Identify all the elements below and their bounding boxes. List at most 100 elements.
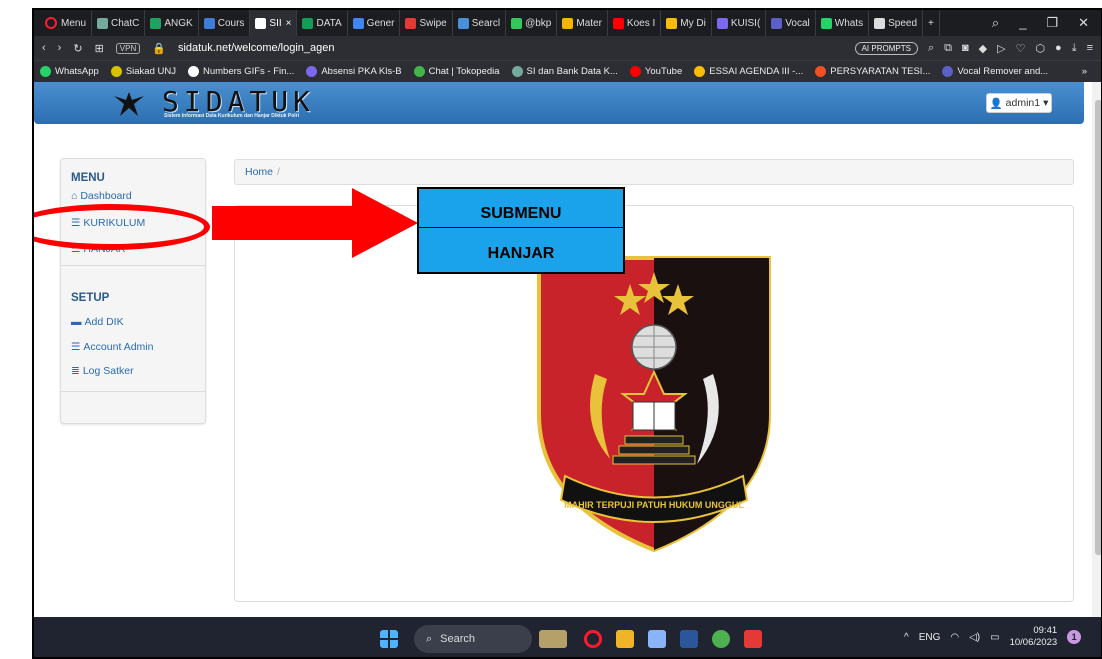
tab-favicon-icon bbox=[511, 17, 523, 29]
new-tab-button[interactable]: + bbox=[923, 10, 940, 36]
snipping-tool-icon[interactable] bbox=[648, 630, 666, 648]
bookmark-item[interactable]: ESSAI AGENDA III -... bbox=[694, 66, 803, 77]
bookmark-item[interactable]: Siakad UNJ bbox=[110, 66, 176, 77]
chrome-icon[interactable] bbox=[712, 630, 730, 648]
bookmark-item[interactable]: PERSYARATAN TESI... bbox=[815, 66, 930, 77]
bookmark-favicon-icon bbox=[413, 66, 425, 77]
close-window-icon[interactable]: ✕ bbox=[1078, 15, 1089, 31]
search-tabs-icon[interactable]: ⌕ bbox=[992, 15, 999, 31]
bookmark-favicon-icon bbox=[815, 66, 827, 77]
list-icon: ☰ bbox=[71, 341, 81, 353]
browser-tab[interactable]: DATA bbox=[297, 10, 348, 36]
bookmark-item[interactable]: Absensi PKA Kls-B bbox=[306, 66, 402, 77]
volume-icon[interactable]: ◁) bbox=[969, 632, 980, 643]
browser-menu-button[interactable]: Menu bbox=[40, 10, 93, 36]
browser-tab[interactable]: Mater bbox=[557, 10, 608, 36]
browser-tab[interactable]: Cours bbox=[199, 10, 251, 36]
restore-icon[interactable]: ❐ bbox=[1046, 15, 1058, 31]
tabs-grid-icon[interactable]: ⊞ bbox=[95, 42, 104, 55]
user-dropdown-button[interactable]: 👤 admin1 ▾ bbox=[986, 93, 1052, 113]
snapshot-icon[interactable]: ⧉ bbox=[944, 42, 952, 55]
browser-tab-label: ANGK bbox=[164, 17, 193, 29]
camera-icon[interactable]: ◙ bbox=[962, 42, 969, 54]
sidebar-item-log-satker[interactable]: ≣ Log Satker bbox=[71, 365, 134, 377]
browser-tab-label: Whats bbox=[834, 17, 864, 29]
forward-icon[interactable]: › bbox=[58, 42, 62, 54]
browser-tab[interactable]: Gener bbox=[348, 10, 401, 36]
tab-favicon-icon bbox=[150, 17, 162, 29]
opera-logo-icon bbox=[45, 17, 57, 29]
browser-tab[interactable]: ANGK bbox=[145, 10, 199, 36]
bookmark-item[interactable]: WhatsApp bbox=[40, 66, 99, 77]
vpn-badge[interactable]: VPN bbox=[115, 42, 141, 54]
url-field[interactable]: sidatuk.net/welcome/login_agen bbox=[178, 42, 335, 54]
battery-icon[interactable]: ▭ bbox=[990, 632, 999, 643]
browser-tab-bar: Menu ChatC ANGK Cours SII × DATA Gener Swipe Sea… bbox=[34, 10, 1101, 36]
sidebar-item-add-dik[interactable]: ▬ Add DIK bbox=[71, 316, 124, 328]
sidebar-item-account-admin[interactable]: ☰ Account Admin bbox=[71, 341, 153, 353]
windows-start-icon[interactable] bbox=[380, 630, 398, 648]
browser-tab[interactable]: Speed bbox=[869, 10, 924, 36]
browser-tab[interactable]: Whats bbox=[816, 10, 870, 36]
minimize-icon[interactable]: _ bbox=[1019, 15, 1026, 31]
website-viewport: SIDATUK Sistem Informasi Data Kurikulum … bbox=[34, 82, 1092, 617]
page-scrollbar[interactable] bbox=[1092, 82, 1101, 617]
sidebar-item-dashboard[interactable]: ⌂ Dashboard bbox=[71, 190, 132, 202]
bookmark-item[interactable]: SI dan Bank Data K... bbox=[511, 66, 618, 77]
language-indicator[interactable]: ENG bbox=[919, 632, 941, 643]
download-icon[interactable]: ⤓ bbox=[1072, 42, 1077, 55]
pdf-app-icon[interactable] bbox=[744, 630, 762, 648]
browser-tab-label: DATA bbox=[316, 17, 342, 29]
browser-tab[interactable]: KUISI( bbox=[712, 10, 767, 36]
widgets-icon[interactable] bbox=[539, 630, 567, 648]
wifi-icon[interactable]: ◠ bbox=[950, 632, 959, 643]
play-icon[interactable]: ▷ bbox=[997, 42, 1005, 55]
bookmark-item[interactable]: Vocal Remover and... bbox=[942, 66, 1048, 77]
browser-tab-label: Mater bbox=[576, 17, 602, 29]
browser-tab[interactable]: Koes I bbox=[608, 10, 662, 36]
easy-setup-icon[interactable]: ≡ bbox=[1087, 42, 1093, 54]
browser-tab-label: SII bbox=[269, 17, 282, 29]
browser-tab[interactable]: Swipe bbox=[400, 10, 453, 36]
tab-favicon-icon bbox=[562, 17, 574, 29]
ai-prompts-button[interactable]: AI PROMPTS bbox=[854, 41, 918, 55]
browser-tab[interactable]: SII × bbox=[250, 10, 298, 36]
bookmarks-more-icon[interactable]: » bbox=[1082, 66, 1095, 77]
tab-favicon-icon bbox=[716, 17, 728, 29]
tab-favicon-icon bbox=[302, 17, 314, 29]
shield-icon[interactable]: ◆ bbox=[979, 42, 987, 55]
file-explorer-icon[interactable] bbox=[616, 630, 634, 648]
reload-icon[interactable]: ↻ bbox=[73, 42, 82, 55]
browser-tab[interactable]: My Di bbox=[661, 10, 712, 36]
back-icon[interactable]: ‹ bbox=[42, 42, 46, 54]
close-tab-icon[interactable]: × bbox=[286, 18, 292, 29]
profile-icon[interactable]: ● bbox=[1055, 42, 1062, 54]
extensions-icon[interactable]: ⬡ bbox=[1035, 42, 1045, 55]
word-icon[interactable] bbox=[680, 630, 698, 648]
chevron-up-icon[interactable]: ^ bbox=[904, 632, 909, 643]
screenshot-frame: Menu ChatC ANGK Cours SII × DATA Gener Swipe Sea… bbox=[32, 8, 1102, 659]
browser-tab-label: Swipe bbox=[419, 17, 447, 29]
taskbar-search[interactable]: ⌕ Search bbox=[414, 625, 532, 653]
browser-tab-label: Vocal bbox=[785, 17, 810, 29]
browser-tab[interactable]: Vocal bbox=[766, 10, 816, 36]
search-icon[interactable]: ⌕ bbox=[928, 42, 934, 55]
align-icon: ≣ bbox=[71, 365, 80, 377]
menu-heading: MENU bbox=[71, 172, 105, 184]
notification-badge[interactable]: 1 bbox=[1067, 630, 1082, 644]
bookmark-label: ESSAI AGENDA III -... bbox=[709, 66, 804, 77]
heart-icon[interactable]: ♡ bbox=[1016, 42, 1026, 55]
clock[interactable]: 09:41 10/06/2023 bbox=[1010, 625, 1058, 649]
opera-taskbar-icon[interactable] bbox=[584, 630, 602, 648]
browser-tab[interactable]: @bkp bbox=[506, 10, 558, 36]
bookmark-favicon-icon bbox=[511, 66, 523, 77]
bookmark-item[interactable]: Chat | Tokopedia bbox=[413, 66, 500, 77]
bookmark-item[interactable]: YouTube bbox=[629, 66, 682, 77]
browser-tab-label: Searcl bbox=[471, 17, 501, 29]
bookmark-item[interactable]: Numbers GIFs - Fin... bbox=[188, 66, 294, 77]
breadcrumb-home-link[interactable]: Home bbox=[245, 166, 273, 178]
browser-tab[interactable]: Searcl bbox=[453, 10, 507, 36]
bookmark-label: Vocal Remover and... bbox=[957, 66, 1049, 77]
scrollbar-thumb[interactable] bbox=[1095, 100, 1101, 555]
browser-tab[interactable]: ChatC bbox=[92, 10, 146, 36]
